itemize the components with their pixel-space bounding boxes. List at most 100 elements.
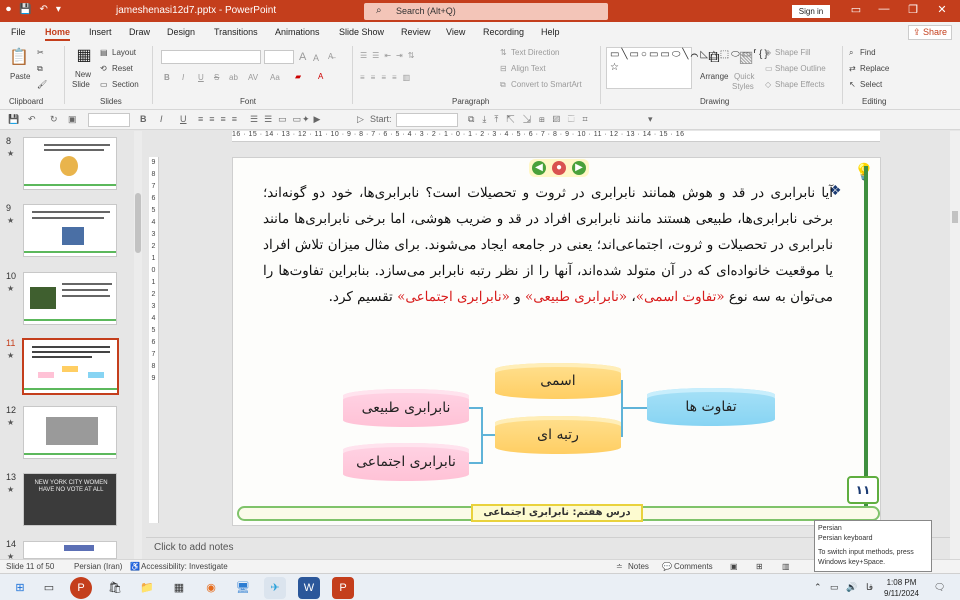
app-icon-p[interactable]: P xyxy=(70,577,92,599)
thumbnails-scrollbar[interactable] xyxy=(134,131,142,559)
underline-button[interactable]: U xyxy=(198,73,204,82)
quick-styles-button-2[interactable]: Styles xyxy=(732,82,754,91)
clock[interactable]: 1:08 PM 9/11/2024 xyxy=(884,577,919,599)
scroll-thumb[interactable] xyxy=(135,193,141,253)
notes-button[interactable]: Notes xyxy=(628,562,649,571)
restore-button[interactable]: ❐ xyxy=(903,3,923,16)
slide-thumbnail-11[interactable] xyxy=(22,338,119,395)
start-combo[interactable] xyxy=(396,113,458,127)
slide-sorter-icon[interactable]: ⊞ xyxy=(756,562,763,571)
animation-icons[interactable]: ✦▶ xyxy=(302,114,324,125)
remote-desktop-icon[interactable]: 🖥 xyxy=(232,577,254,599)
highlight-color-icon[interactable]: ▰ xyxy=(295,72,301,81)
tab-view[interactable]: View xyxy=(446,27,465,37)
tab-review[interactable]: Review xyxy=(401,27,431,37)
slide-thumbnail-13[interactable]: NEW YORK CITY WOMEN HAVE NO VOTE AT ALL xyxy=(23,473,117,526)
quick-styles-button[interactable]: Quick xyxy=(734,72,754,81)
tab-transitions[interactable]: Transitions xyxy=(214,27,258,37)
tab-file[interactable]: File xyxy=(11,27,26,37)
select-icon[interactable]: ↖ xyxy=(849,80,856,89)
clear-formatting-icon[interactable]: A̶ xyxy=(328,52,333,61)
slide-thumbnail-9[interactable] xyxy=(23,204,117,257)
ribbon-display-icon[interactable]: ▭ xyxy=(846,3,866,16)
list-icons[interactable]: ☰☰▭▭ xyxy=(250,114,307,125)
volume-icon[interactable]: 🔊 xyxy=(846,582,857,593)
customize-toolbar-icon[interactable]: ▾ xyxy=(648,114,653,125)
tab-slide-show[interactable]: Slide Show xyxy=(339,27,384,37)
slide-canvas[interactable]: ◀ ● ▶ 💡 ❖ آیا نابرابری در قد و هوش همانن… xyxy=(232,157,881,526)
arrange-button[interactable]: Arrange xyxy=(700,72,728,81)
minimize-button[interactable]: — xyxy=(874,3,894,15)
diagram-social-inequality[interactable]: نابرابری اجتماعی xyxy=(343,443,469,481)
list-buttons-icon[interactable]: ☰☰⇤⇥⇅ xyxy=(360,51,419,60)
format-painter-icon[interactable]: 🖌 xyxy=(37,80,47,89)
store-icon[interactable]: 🛍 xyxy=(104,577,126,599)
tray-overflow-icon[interactable]: ⌃ xyxy=(814,582,822,593)
align-text-button[interactable]: Align Text xyxy=(511,64,546,73)
layout-icon[interactable]: ▤ xyxy=(100,48,108,57)
smartart-icon[interactable]: ⧉ xyxy=(500,80,506,90)
firefox-icon[interactable]: ◉ xyxy=(200,577,222,599)
nav-prev-button[interactable]: ◀ xyxy=(532,161,546,175)
alignment-buttons-icon[interactable]: ≡≡≡≡▥ xyxy=(360,73,416,82)
paste-label[interactable]: Paste xyxy=(10,72,30,81)
shape-fill-button[interactable]: Shape Fill xyxy=(775,48,811,57)
new-slide-label[interactable]: New xyxy=(75,70,91,79)
undo-icon[interactable]: ↶ xyxy=(28,114,36,125)
tab-insert[interactable]: Insert xyxy=(89,27,112,37)
shape-effects-button[interactable]: Shape Effects xyxy=(775,80,825,89)
grow-font-icon[interactable]: A xyxy=(299,51,306,63)
underline-button-2[interactable]: U xyxy=(180,114,187,124)
bold-button-2[interactable]: B xyxy=(140,114,147,124)
telegram-icon[interactable]: ✈ xyxy=(264,577,286,599)
font-size-combo[interactable] xyxy=(264,50,294,64)
start-icon[interactable]: ▷ xyxy=(357,114,364,125)
redo-icon[interactable]: ↻ xyxy=(50,114,58,125)
find-button[interactable]: Find xyxy=(860,48,876,57)
shape-outline-icon[interactable]: ▭ xyxy=(765,64,773,73)
search-box[interactable]: ⌕ Search (Alt+Q) xyxy=(364,3,608,20)
close-button[interactable]: ✕ xyxy=(932,3,952,16)
strikethrough-button[interactable]: S xyxy=(214,73,219,82)
tab-home[interactable]: Home xyxy=(45,27,71,41)
notes-icon[interactable]: ≐ xyxy=(616,562,623,571)
bold-button[interactable]: B xyxy=(164,73,170,82)
diagram-root-differences[interactable]: تفاوت ها xyxy=(647,388,775,426)
character-spacing-button[interactable]: AV xyxy=(248,73,258,82)
autosave-icon[interactable]: ⏺ xyxy=(6,4,11,15)
powerpoint-icon[interactable]: P xyxy=(332,577,354,599)
section-button[interactable]: Section xyxy=(112,80,139,89)
section-icon[interactable]: ▭ xyxy=(100,80,108,89)
arrange-icons[interactable]: ⧉⤓⤒⇱⇲⊞▨⬚⌗ xyxy=(468,114,596,125)
arrange-icon[interactable]: ⧉ xyxy=(704,48,724,68)
comments-button[interactable]: Comments xyxy=(674,562,713,571)
tab-draw[interactable]: Draw xyxy=(129,27,150,37)
text-shadow-button[interactable]: ab xyxy=(229,73,238,82)
new-slide-icon[interactable]: ▦ xyxy=(74,46,94,66)
cut-icon[interactable]: ✂ xyxy=(37,48,44,57)
italic-button[interactable]: I xyxy=(182,73,184,82)
customize-qat-icon[interactable]: ▾ xyxy=(56,4,61,15)
shape-effects-icon[interactable]: ◇ xyxy=(765,80,771,89)
nav-home-button[interactable]: ● xyxy=(552,161,566,175)
scroll-thumb[interactable] xyxy=(952,211,958,223)
notifications-icon[interactable]: 🗨 xyxy=(934,582,945,593)
task-view-icon[interactable]: ▭ xyxy=(38,577,60,599)
save-icon[interactable]: 💾 xyxy=(19,4,31,15)
diagram-rank[interactable]: رتبه ای xyxy=(495,416,621,454)
replace-button[interactable]: Replace xyxy=(860,64,889,73)
text-direction-icon[interactable]: ⇅ xyxy=(500,48,507,57)
calculator-icon[interactable]: ▦ xyxy=(168,577,190,599)
copy-icon[interactable]: ⧉ xyxy=(37,64,43,74)
align-text-icon[interactable]: ⊟ xyxy=(500,64,507,73)
input-language-indicator[interactable]: فا xyxy=(866,582,873,593)
save-icon[interactable]: 💾 xyxy=(8,114,19,125)
align-icons[interactable]: ≡≡≡≡ xyxy=(198,114,243,124)
slide-thumbnail-8[interactable] xyxy=(23,137,117,190)
vertical-scrollbar[interactable] xyxy=(950,131,960,559)
paste-icon[interactable]: 📋 xyxy=(9,48,29,68)
reset-button[interactable]: Reset xyxy=(112,64,133,73)
tab-animations[interactable]: Animations xyxy=(275,27,320,37)
shrink-font-icon[interactable]: A xyxy=(313,53,319,63)
file-explorer-icon[interactable]: 📁 xyxy=(136,577,158,599)
